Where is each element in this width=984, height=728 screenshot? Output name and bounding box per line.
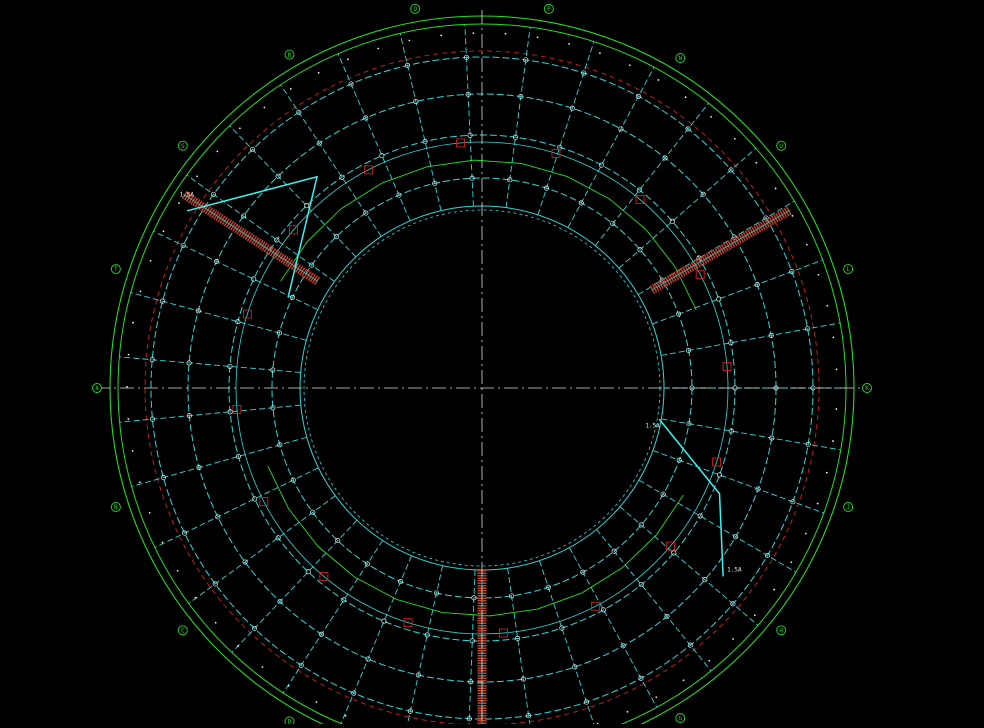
- ring-tick: [346, 58, 349, 61]
- ring-tick: [408, 39, 411, 42]
- ring-tick: [657, 79, 660, 81]
- cad-drawing-canvas[interactable]: 1.5A 1.5A 1.5A O P N U L K J H G D C B A T S R: [0, 0, 984, 728]
- ring-tick: [162, 230, 165, 233]
- ring-tick: [599, 52, 601, 55]
- ring-tick: [317, 71, 320, 74]
- ring-tick: [287, 684, 290, 687]
- ring-tick: [536, 36, 539, 39]
- axis-bubble-label: N: [678, 55, 682, 62]
- ring-tick: [774, 187, 777, 190]
- ring-tick: [214, 621, 217, 624]
- axis-bubble-u: U: [776, 140, 787, 151]
- ring-tick: [176, 569, 179, 572]
- ring-tick: [628, 64, 631, 67]
- ring-tick: [344, 714, 347, 717]
- callout-label: 1.5A: [180, 191, 195, 198]
- axis-bubble-g: G: [675, 713, 686, 723]
- ring-tick: [263, 106, 266, 109]
- axis-bubble-label: J: [846, 504, 850, 511]
- ring-tick: [790, 561, 793, 564]
- ring-tick: [216, 150, 219, 153]
- ring-tick: [755, 161, 758, 164]
- axis-bubble-label: R: [288, 52, 292, 59]
- axis-bubble-h: H: [776, 625, 787, 636]
- ring-tick: [149, 259, 152, 262]
- ring-tick: [504, 32, 507, 35]
- ring-tick: [148, 512, 151, 514]
- callout-label: 1.5A: [727, 566, 742, 573]
- ring-tick: [825, 471, 828, 474]
- ring-tick: [568, 42, 570, 45]
- axis-bubble-s: S: [177, 140, 188, 151]
- ring-tick: [440, 34, 443, 37]
- ring-tick: [684, 96, 687, 99]
- axis-bubble-label: A: [95, 385, 99, 392]
- ring-tick: [472, 32, 475, 35]
- ring-tick: [138, 481, 141, 484]
- callout-label: 1.5A: [645, 422, 660, 429]
- ring-tick: [753, 614, 756, 617]
- axis-bubble-c: C: [177, 625, 188, 636]
- axis-bubble-label: T: [114, 266, 118, 273]
- ring-tick: [832, 440, 834, 442]
- axis-bubble-label: L: [846, 266, 850, 273]
- ring-tick: [127, 353, 130, 356]
- axis-bubble-t: T: [110, 264, 121, 274]
- ring-tick: [791, 214, 794, 217]
- circular-floor-plan: 1.5A 1.5A 1.5A O P N U L K J H G D C B A T S R: [0, 0, 984, 728]
- ring-tick: [131, 449, 134, 452]
- axis-bubble-k: K: [862, 383, 872, 393]
- axis-bubble-label: K: [865, 385, 869, 392]
- ring-tick: [835, 368, 838, 371]
- ring-tick: [682, 679, 685, 682]
- ring-tick: [817, 273, 820, 276]
- ring-tick: [732, 638, 734, 640]
- ring-tick: [196, 175, 198, 178]
- ring-tick: [315, 701, 318, 703]
- ring-tick: [238, 127, 241, 130]
- axis-bubble-label: O: [413, 6, 417, 13]
- ring-tick: [626, 710, 629, 713]
- ring-tick: [804, 532, 807, 535]
- axis-bubble-b: B: [110, 502, 121, 512]
- axis-bubble-d: D: [284, 716, 295, 727]
- axis-bubble-n: N: [675, 53, 686, 63]
- ring-tick: [261, 666, 264, 668]
- ring-tick: [832, 336, 835, 339]
- axis-bubble-label: B: [114, 504, 118, 511]
- axis-bubble-r: R: [284, 49, 295, 60]
- axis-bubble-label: S: [181, 143, 185, 150]
- axis-bubble-label: D: [288, 719, 292, 724]
- axis-bubble-o: O: [410, 3, 421, 14]
- ring-tick: [773, 588, 776, 591]
- axis-bubble-j: J: [843, 502, 854, 512]
- ring-tick: [289, 88, 292, 90]
- ring-tick: [127, 418, 130, 420]
- axis-bubble-l: L: [843, 264, 854, 274]
- ring-tick: [178, 202, 180, 204]
- ring-tick: [816, 502, 819, 505]
- ring-tick: [805, 243, 808, 246]
- axis-bubble-label: C: [181, 627, 185, 634]
- axis-bubble-label: U: [779, 143, 783, 150]
- ring-tick: [377, 47, 380, 50]
- ring-tick: [733, 137, 736, 140]
- ring-tick: [708, 659, 711, 662]
- ring-tick: [139, 290, 142, 293]
- ring-tick: [132, 321, 134, 324]
- ring-tick: [655, 696, 658, 699]
- axis-bubble-label: G: [678, 715, 682, 722]
- ring-tick: [710, 115, 713, 118]
- ring-tick: [161, 541, 164, 544]
- ring-tick: [835, 408, 838, 410]
- axis-bubble-p: P: [543, 3, 554, 14]
- ring-tick: [126, 385, 128, 388]
- axis-bubble-a: A: [92, 383, 102, 393]
- axis-bubble-label: P: [547, 6, 551, 13]
- ring-tick: [194, 596, 197, 599]
- ring-tick: [826, 304, 829, 307]
- axis-bubble-label: H: [779, 627, 783, 634]
- ring-tick: [237, 645, 239, 647]
